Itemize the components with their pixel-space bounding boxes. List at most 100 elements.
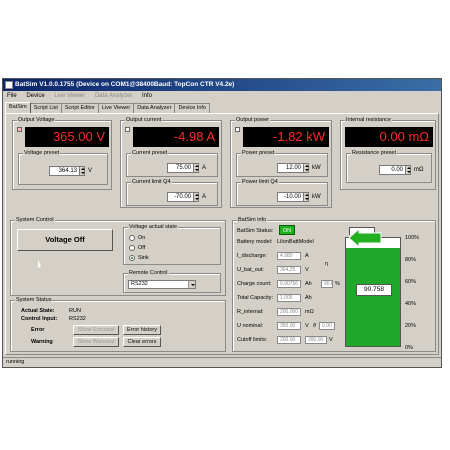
charge-percent-unit: % [335, 281, 340, 287]
scale-tick-40: 40% [405, 301, 417, 307]
batsim-window: BatSim V1.0.0.1755 (Device on COM1@38400… [2, 78, 442, 368]
window-title: BatSim V1.0.0.1755 (Device on COM1@38400… [15, 81, 235, 88]
current-limit-stepper[interactable] [193, 192, 199, 202]
batsim-status-badge: ON [279, 225, 295, 235]
tab-script-list[interactable]: Script List [29, 103, 62, 113]
state-sink-radio[interactable] [129, 255, 135, 261]
voltage-preset-unit: V [88, 168, 93, 174]
battery-gauge: 90.758 [345, 227, 401, 349]
charge-count-label: Charge count: [237, 281, 272, 287]
charge-percent-value: 90.8 [321, 280, 333, 288]
menu-data-analyzer[interactable]: Data Analyzer [91, 91, 136, 102]
system-control-group: System Control Voltage Off Voltage actua… [10, 217, 226, 296]
state-on-radio[interactable] [129, 235, 135, 241]
voltage-preset-stepper[interactable] [79, 166, 85, 176]
temperature-value: 0.00 [319, 322, 335, 330]
output-current-group: Output current -4.98 A Current preset 75… [120, 117, 222, 208]
resistance-preset-group: Resistance preset 0.00 mΩ [346, 150, 432, 183]
current-preset-input[interactable]: 75.00 [167, 163, 193, 173]
cutoff-low-value: 200.00 [277, 336, 301, 344]
voltage-actual-state-label: Voltage actual state [128, 224, 179, 231]
scale-tick-20: 20% [405, 323, 417, 329]
resistance-preset-stepper[interactable] [405, 165, 411, 175]
menu-info[interactable]: Info [138, 91, 156, 102]
voltage-preset-input[interactable]: 364.13 [49, 166, 79, 176]
resistance-preset-unit: mΩ [414, 167, 424, 173]
current-preset-label: Current preset [131, 150, 169, 157]
tab-data-analyzer[interactable]: Data Analyzer [133, 103, 176, 113]
remote-control-select[interactable]: RS232 [128, 280, 196, 289]
charge-count-unit: Ah [305, 281, 312, 287]
power-preset-input[interactable]: 12.00 [277, 163, 303, 173]
state-sink-label: Sink [138, 255, 149, 261]
ubat-value: 364.25 [277, 266, 301, 274]
show-warnstat-button[interactable]: Show Warnstat [73, 337, 119, 347]
actual-state-value: RUN [69, 308, 81, 314]
total-capacity-value: 1.000 [277, 294, 301, 302]
power-limit-stepper[interactable] [303, 192, 309, 202]
error-label: Error [31, 327, 45, 333]
output-voltage-label: Output Voltage [17, 117, 56, 124]
temperature-symbol: ϑ [313, 323, 317, 329]
power-preset-stepper[interactable] [303, 163, 309, 173]
output-power-group: Output power -1.82 kW Power preset 12.00… [230, 117, 332, 208]
voltage-off-button[interactable]: Voltage Off [17, 229, 113, 251]
scale-tick-80: 80% [405, 257, 417, 263]
remote-control-group: Remote Control RS232 [123, 270, 221, 293]
output-voltage-group: Output Voltage 365.00 V Voltage preset 3… [12, 117, 112, 190]
tab-batsim[interactable]: BatSim [5, 102, 31, 113]
menu-device[interactable]: Device [22, 91, 48, 102]
chevron-down-icon[interactable] [188, 281, 195, 288]
total-capacity-label: Total Capacity: [237, 295, 274, 301]
resistance-preset-input[interactable]: 0.00 [379, 165, 405, 175]
title-bar[interactable]: BatSim V1.0.0.1755 (Device on COM1@38400… [3, 79, 441, 91]
status-text: running [6, 359, 25, 365]
battery-body: 90.758 [345, 237, 401, 347]
tab-device-info[interactable]: Device Info [174, 103, 210, 113]
menu-file[interactable]: File [3, 91, 21, 102]
output-current-checkbox[interactable] [125, 127, 130, 132]
ubat-label: U_bat_out: [237, 267, 264, 273]
menu-bar: File Device Live Viewer Data Analyzer In… [3, 91, 441, 102]
state-off-radio[interactable] [129, 245, 135, 251]
charge-direction-arrow-icon [348, 229, 382, 249]
clear-errors-button[interactable]: Clear errors [123, 337, 161, 347]
warning-label: Warning [31, 339, 53, 345]
error-history-button[interactable]: Error history [123, 325, 161, 335]
show-errorstat-button[interactable]: Show Errorstat [73, 325, 119, 335]
scale-tick-100: 100% [405, 235, 420, 241]
current-preset-stepper[interactable] [193, 163, 199, 173]
output-power-label: Output power [235, 117, 271, 124]
system-status-label: System Status [15, 297, 53, 304]
tab-script-editor[interactable]: Script Editor [60, 103, 99, 113]
menu-live-viewer[interactable]: Live Viewer [50, 91, 89, 102]
voltage-preset-group: Voltage preset 364.13 V [18, 150, 108, 185]
current-limit-group: Current limit Q4 -70.00 A [126, 179, 218, 206]
resistance-preset-label: Resistance preset [351, 150, 398, 157]
ubat-unit: V [305, 267, 309, 273]
current-limit-label: Current limit Q4 [131, 179, 172, 186]
u-nominal-unit: V [305, 323, 309, 329]
power-preset-group: Power preset 12.00 kW [236, 150, 328, 177]
output-voltage-display: 365.00 V [25, 127, 109, 147]
status-bar: running [3, 357, 441, 367]
remote-control-label: Remote Control [128, 270, 169, 277]
output-voltage-checkbox[interactable] [17, 127, 22, 132]
battery-model-label: Battery model: [237, 239, 273, 245]
app-icon [5, 81, 13, 89]
current-limit-input[interactable]: -70.00 [167, 192, 193, 202]
r-internal-label: R_internal: [237, 309, 264, 315]
internal-resistance-group: Internal resistance 0.00 mΩ Resistance p… [340, 117, 436, 190]
power-limit-input[interactable]: -10.00 [277, 192, 303, 202]
battery-scale: 100% 80% 60% 40% 20% 0% [405, 235, 429, 351]
output-current-label: Output current [125, 117, 163, 124]
tab-live-viewer[interactable]: Live Viewer [97, 103, 135, 113]
cutoff-limits-label: Cutoff limits: [237, 337, 268, 343]
batsim-tab-panel: Output Voltage 365.00 V Voltage preset 3… [5, 113, 439, 355]
output-power-checkbox[interactable] [235, 127, 240, 132]
current-limit-unit: A [202, 194, 207, 200]
power-limit-label: Power limit Q4 [241, 179, 279, 186]
power-limit-unit: kW [312, 194, 321, 200]
tab-strip: BatSim Script List Script Editor Live Viewe… [5, 102, 210, 113]
power-preset-label: Power preset [241, 150, 276, 157]
